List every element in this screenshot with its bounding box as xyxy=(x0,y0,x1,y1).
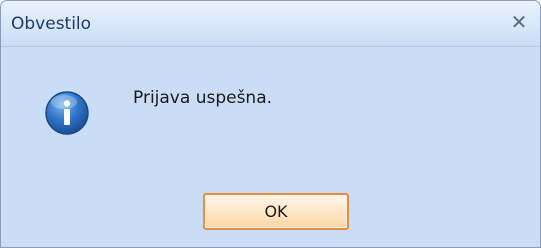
dialog-body: Prijava uspešna. OK xyxy=(1,47,540,247)
dialog-message: Prijava uspešna. xyxy=(133,88,273,108)
close-icon[interactable]: ✕ xyxy=(506,10,532,34)
info-icon xyxy=(45,91,89,135)
dialog-title: Obvestilo xyxy=(11,14,92,34)
title-bar[interactable]: Obvestilo ✕ xyxy=(1,1,540,47)
ok-button[interactable]: OK xyxy=(203,193,349,230)
message-dialog: Obvestilo ✕ Prijava uspešna. OK xyxy=(0,0,541,248)
